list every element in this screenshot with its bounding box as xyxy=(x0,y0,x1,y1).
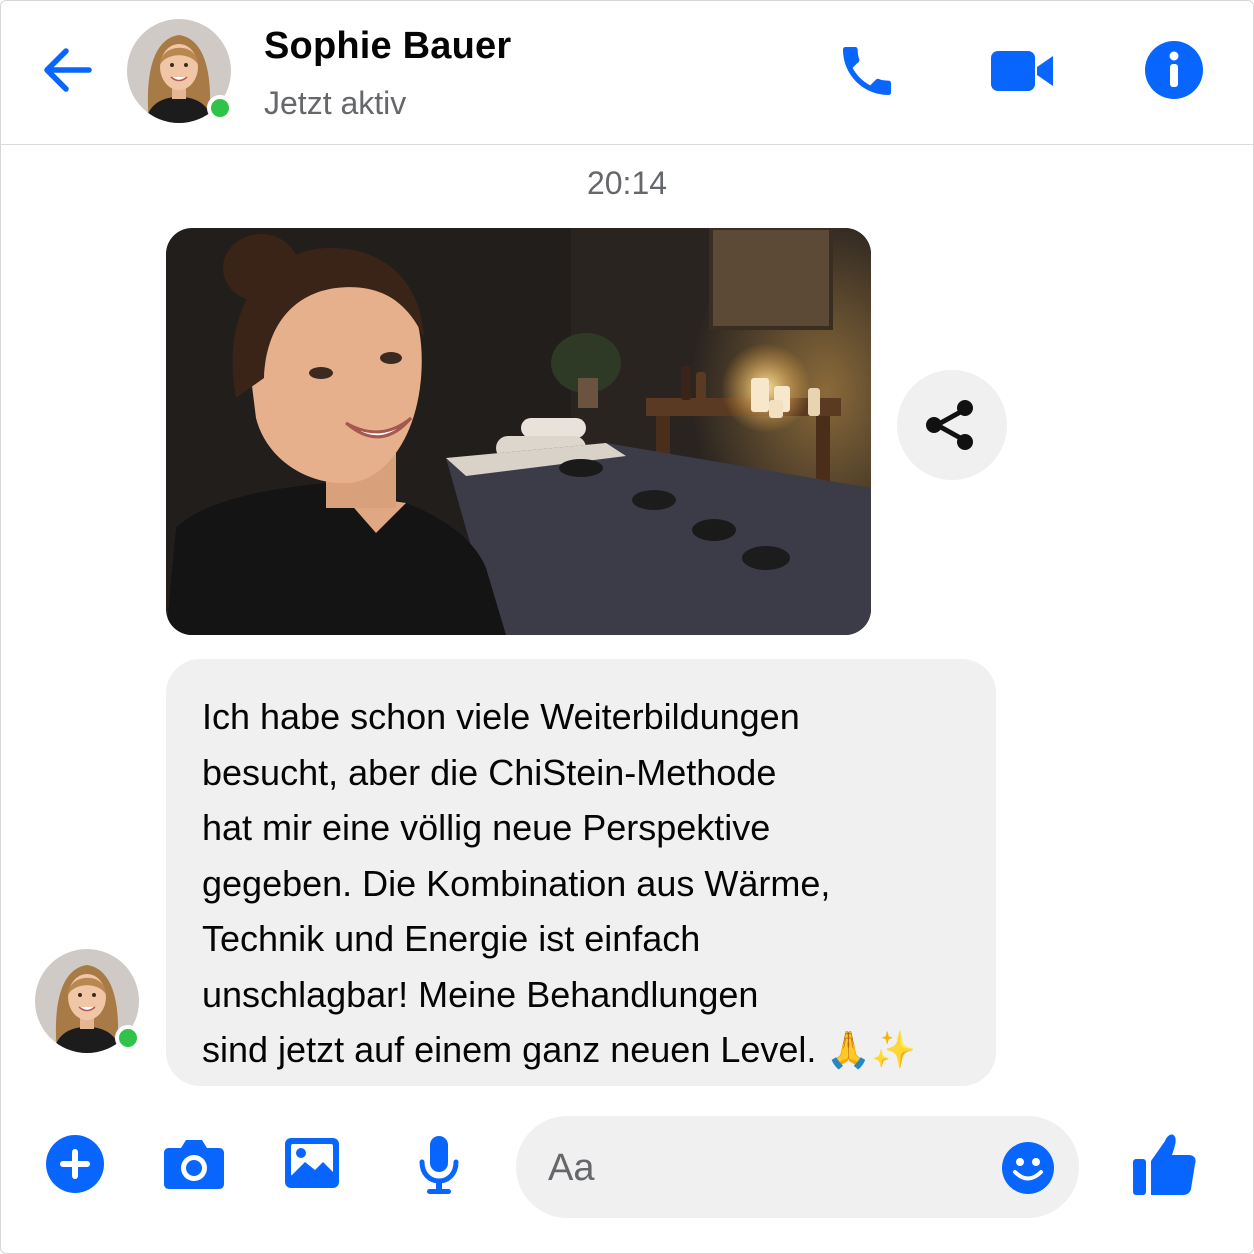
contact-name[interactable]: Sophie Bauer xyxy=(264,25,511,68)
plus-icon[interactable] xyxy=(45,1134,105,1194)
back-arrow-icon[interactable] xyxy=(39,41,97,99)
message-input-container xyxy=(516,1116,1079,1218)
chat-header: Sophie Bauer Jetzt aktiv xyxy=(1,1,1253,145)
message-bubble[interactable]: Ich habe schon viele Weiterbildungen bes… xyxy=(166,659,996,1086)
sender-avatar[interactable] xyxy=(35,949,141,1053)
video-call-icon[interactable] xyxy=(987,41,1057,101)
info-icon[interactable] xyxy=(1143,39,1205,101)
message-timestamp: 20:14 xyxy=(586,165,668,201)
share-icon xyxy=(926,400,973,450)
contact-avatar[interactable] xyxy=(127,19,233,123)
online-status-dot xyxy=(207,95,233,121)
message-text: Ich habe schon viele Weiterbildungen bes… xyxy=(202,696,917,1070)
phone-icon[interactable] xyxy=(835,39,899,103)
share-button[interactable] xyxy=(897,370,1007,480)
camera-icon[interactable] xyxy=(163,1134,225,1192)
gallery-icon[interactable] xyxy=(283,1134,341,1192)
messenger-window: Sophie Bauer Jetzt aktiv 20:14 Ich habe … xyxy=(0,0,1254,1254)
shared-photo[interactable] xyxy=(166,228,871,635)
active-status: Jetzt aktiv xyxy=(264,85,407,121)
microphone-icon[interactable] xyxy=(416,1134,462,1196)
online-status-dot xyxy=(115,1025,141,1051)
emoji-icon[interactable] xyxy=(1001,1141,1055,1195)
thumbs-up-icon[interactable] xyxy=(1131,1129,1197,1197)
message-input[interactable] xyxy=(546,1138,990,1198)
